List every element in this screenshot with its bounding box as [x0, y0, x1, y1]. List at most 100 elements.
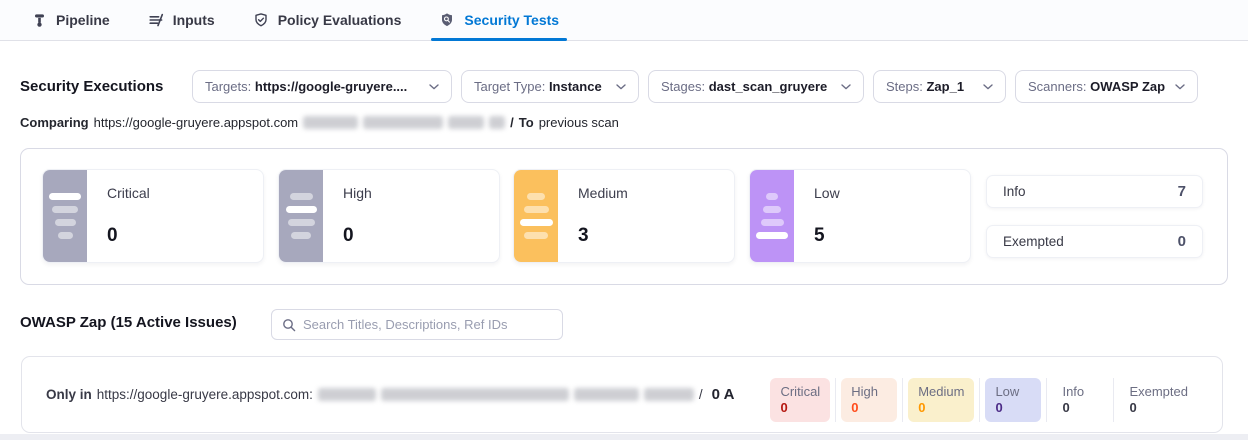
- redacted-text: [363, 116, 443, 129]
- severity-card-title: Medium: [578, 185, 628, 201]
- execution-tabbar: Pipeline Inputs Policy Evaluations Secur…: [0, 0, 1248, 41]
- chip-count: 0: [851, 400, 887, 416]
- severity-card-medium[interactable]: Medium 3: [513, 169, 735, 263]
- severity-chips-row: Critical 0 High 0 Medium 0 Low 0 Info 0 …: [770, 378, 1198, 422]
- tab-label: Policy Evaluations: [278, 12, 402, 28]
- issues-search-box[interactable]: [271, 309, 563, 340]
- exempted-card-label: Exempted: [1003, 234, 1064, 249]
- chip-count: 0: [780, 400, 820, 416]
- redacted-text: [303, 116, 358, 129]
- severity-card-count: 5: [814, 225, 840, 247]
- info-card-label: Info: [1003, 184, 1026, 199]
- tab-pipeline[interactable]: Pipeline: [28, 0, 114, 40]
- comparing-separator: /: [510, 115, 514, 130]
- chip-high: High 0: [841, 378, 897, 422]
- only-in-separator: /: [699, 387, 703, 402]
- page-bottom-band: [0, 434, 1248, 440]
- redacted-text: [318, 388, 376, 401]
- severity-bars-icon: [750, 170, 794, 262]
- chevron-down-icon: [429, 84, 439, 90]
- severity-card-title: Low: [814, 185, 840, 201]
- security-tests-page: Pipeline Inputs Policy Evaluations Secur…: [0, 0, 1248, 440]
- tab-label: Pipeline: [56, 12, 110, 28]
- severity-bars-icon: [279, 170, 323, 262]
- chip-critical: Critical 0: [770, 378, 830, 422]
- severity-card-high[interactable]: High 0: [278, 169, 500, 263]
- search-icon: [282, 318, 296, 332]
- chip-label: Exempted: [1129, 383, 1188, 400]
- comparing-url: https://google-gruyere.appspot.com: [94, 115, 299, 130]
- only-in-line: Only in https://google-gruyere.appspot.c…: [46, 357, 734, 432]
- chevron-down-icon: [841, 84, 851, 90]
- filter-value: https://google-gruyere....: [255, 79, 407, 94]
- security-tests-icon: [439, 12, 455, 28]
- severity-card-count: 0: [343, 225, 372, 247]
- filter-value: OWASP Zap: [1090, 79, 1165, 94]
- filter-label: Steps:: [886, 79, 923, 94]
- filter-label: Stages:: [661, 79, 705, 94]
- redacted-text: [489, 116, 505, 129]
- comparing-to-value[interactable]: previous scan: [539, 115, 619, 130]
- stages-dropdown[interactable]: Stages: dast_scan_gruyere: [648, 70, 864, 103]
- exempted-card-count: 0: [1178, 233, 1186, 250]
- info-card[interactable]: Info 7: [986, 175, 1203, 208]
- target-type-dropdown[interactable]: Target Type: Instance: [461, 70, 639, 103]
- chip-count: 0: [995, 400, 1031, 416]
- severity-card-title: High: [343, 185, 372, 201]
- tab-security-tests[interactable]: Security Tests: [435, 0, 563, 40]
- chip-medium: Medium 0: [908, 378, 974, 422]
- filter-label: Scanners:: [1028, 79, 1087, 94]
- active-issues-clipped-text: 0 A: [712, 386, 735, 403]
- targets-dropdown[interactable]: Targets: https://google-gruyere....: [192, 70, 452, 103]
- pipeline-icon: [32, 13, 47, 28]
- chip-label: High: [851, 383, 887, 400]
- tab-policy-evaluations[interactable]: Policy Evaluations: [249, 0, 406, 40]
- inputs-icon: [148, 12, 164, 28]
- search-input[interactable]: [303, 317, 552, 332]
- page-title: Security Executions: [20, 78, 163, 95]
- filters-row: Targets: https://google-gruyere.... Targ…: [192, 70, 1198, 103]
- chevron-down-icon: [983, 84, 993, 90]
- chevron-down-icon: [616, 84, 626, 90]
- chip-exempted: Exempted 0: [1119, 378, 1198, 422]
- chip-low: Low 0: [985, 378, 1041, 422]
- chip-label: Medium: [918, 383, 964, 400]
- severity-card-critical[interactable]: Critical 0: [42, 169, 264, 263]
- chip-label: Critical: [780, 383, 820, 400]
- scanners-dropdown[interactable]: Scanners: OWASP Zap: [1015, 70, 1198, 103]
- chip-info: Info 0: [1052, 378, 1108, 422]
- redacted-text: [574, 388, 639, 401]
- redacted-text: [381, 388, 569, 401]
- policy-evaluations-icon: [253, 12, 269, 28]
- filter-value: dast_scan_gruyere: [709, 79, 828, 94]
- chevron-down-icon: [1175, 84, 1185, 90]
- tab-label: Security Tests: [464, 12, 559, 28]
- comparison-result-row[interactable]: Only in https://google-gruyere.appspot.c…: [21, 356, 1223, 433]
- exempted-card[interactable]: Exempted 0: [986, 225, 1203, 258]
- redacted-text: [448, 116, 484, 129]
- only-in-label: Only in: [46, 387, 92, 402]
- info-card-count: 7: [1178, 183, 1186, 200]
- chip-count: 0: [1129, 400, 1188, 416]
- severity-card-count: 3: [578, 225, 628, 247]
- issues-section-title: OWASP Zap (15 Active Issues): [20, 314, 237, 331]
- filter-label: Target Type:: [474, 79, 545, 94]
- comparing-label: Comparing: [20, 115, 89, 130]
- chip-label: Info: [1062, 383, 1098, 400]
- filter-value: Instance: [549, 79, 602, 94]
- severity-summary-panel: Critical 0 High 0 Medium 3 Low 5: [20, 148, 1228, 285]
- severity-bars-icon: [514, 170, 558, 262]
- severity-card-low[interactable]: Low 5: [749, 169, 971, 263]
- severity-bars-icon: [43, 170, 87, 262]
- comparing-to: To: [519, 115, 534, 130]
- only-in-url: https://google-gruyere.appspot.com:: [97, 387, 313, 402]
- comparing-line: Comparing https://google-gruyere.appspot…: [20, 115, 619, 130]
- severity-card-title: Critical: [107, 185, 150, 201]
- tab-inputs[interactable]: Inputs: [144, 0, 219, 40]
- tab-label: Inputs: [173, 12, 215, 28]
- redacted-text: [644, 388, 694, 401]
- chip-label: Low: [995, 383, 1031, 400]
- filter-label: Targets:: [205, 79, 251, 94]
- filter-value: Zap_1: [926, 79, 964, 94]
- steps-dropdown[interactable]: Steps: Zap_1: [873, 70, 1006, 103]
